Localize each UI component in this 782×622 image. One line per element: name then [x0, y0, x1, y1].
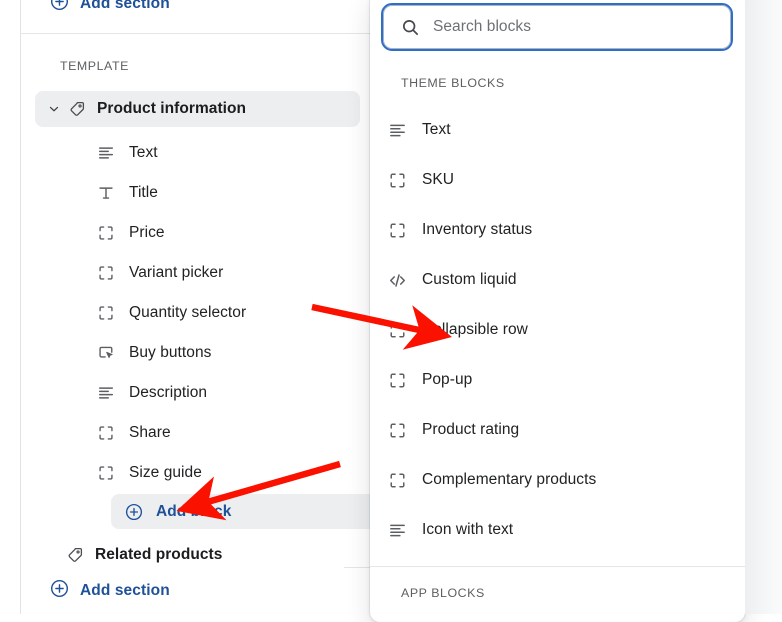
search-icon	[401, 18, 420, 37]
block-placeholder-icon	[97, 424, 115, 442]
tree-block-label: Quantity selector	[129, 304, 247, 321]
add-block-button[interactable]: Add block	[111, 494, 381, 529]
search-blocks-placeholder: Search blocks	[433, 18, 532, 35]
block-placeholder-icon	[97, 264, 115, 282]
block-option-sku[interactable]: SKU	[388, 163, 728, 197]
block-placeholder-icon	[388, 421, 407, 440]
sidebar-top-divider	[21, 33, 370, 34]
tree-block-text[interactable]: Text	[97, 135, 360, 171]
block-option-label: Icon with text	[422, 521, 514, 538]
tree-block-share[interactable]: Share	[97, 415, 360, 451]
page-backdrop	[745, 0, 782, 614]
text-align-left-icon	[388, 521, 407, 540]
block-option-label: SKU	[422, 171, 455, 188]
tree-section-product-information[interactable]: Product information	[35, 91, 360, 127]
tag-icon	[66, 546, 84, 564]
block-placeholder-icon	[97, 304, 115, 322]
block-placeholder-icon	[388, 171, 407, 190]
left-rail	[0, 0, 21, 614]
block-group-label: THEME BLOCKS	[401, 76, 505, 90]
add-section-label-bottom: Add section	[80, 582, 170, 599]
block-placeholder-icon	[388, 371, 407, 390]
block-placeholder-icon	[388, 321, 407, 340]
tree-block-title[interactable]: Title	[97, 175, 360, 211]
block-option-label: Collapsible row	[422, 321, 528, 338]
cursor-button-icon	[97, 344, 115, 362]
block-option-text[interactable]: Text	[388, 113, 728, 147]
block-placeholder-icon	[388, 471, 407, 490]
block-option-product-rating[interactable]: Product rating	[388, 413, 728, 447]
tree-block-label: Share	[129, 424, 171, 441]
add-section-button-top[interactable]: Add section	[50, 0, 170, 17]
tree-block-size-guide[interactable]: Size guide	[97, 455, 360, 491]
tree-section-related-products[interactable]: Related products	[35, 537, 360, 573]
block-option-label: Complementary products	[422, 471, 597, 488]
block-group-label: APP BLOCKS	[401, 586, 485, 600]
tree-block-description[interactable]: Description	[97, 375, 360, 411]
tree-block-label: Price	[129, 224, 165, 241]
tree-block-buy-buttons[interactable]: Buy buttons	[97, 335, 360, 371]
template-sidebar: Add section TEMPLATE Product information…	[21, 0, 381, 614]
text-align-left-icon	[97, 384, 115, 402]
add-section-label-top: Add section	[80, 0, 170, 12]
title-type-icon	[97, 184, 115, 202]
add-section-button-bottom[interactable]: Add section	[50, 578, 170, 604]
tree-section-label: Related products	[95, 546, 223, 563]
block-placeholder-icon	[97, 464, 115, 482]
screen-root: Add section TEMPLATE Product information…	[0, 0, 782, 622]
tree-block-label: Size guide	[129, 464, 202, 481]
plus-circle-icon	[50, 579, 69, 603]
block-option-collapsible-row[interactable]: Collapsible row	[388, 313, 728, 347]
block-option-pop-up[interactable]: Pop-up	[388, 363, 728, 397]
tree-block-label: Title	[129, 184, 158, 201]
tree-block-label: Text	[129, 144, 158, 161]
template-group-label: TEMPLATE	[60, 59, 129, 73]
block-option-custom-liquid[interactable]: Custom liquid	[388, 263, 728, 297]
tree-block-quantity-selector[interactable]: Quantity selector	[97, 295, 360, 331]
block-option-label: Text	[422, 121, 451, 138]
text-align-left-icon	[97, 144, 115, 162]
block-option-label: Inventory status	[422, 221, 533, 238]
text-align-left-icon	[388, 121, 407, 140]
tree-block-price[interactable]: Price	[97, 215, 360, 251]
panel-group-divider	[370, 566, 745, 567]
block-option-label: Custom liquid	[422, 271, 517, 288]
add-block-popover: Search blocks THEME BLOCKS Text SKU Inve…	[370, 0, 745, 622]
tree-section-label: Product information	[97, 100, 247, 117]
code-icon	[388, 271, 407, 290]
plus-circle-icon	[50, 0, 69, 16]
block-option-inventory-status[interactable]: Inventory status	[388, 213, 728, 247]
tree-block-label: Description	[129, 384, 208, 401]
block-option-complementary-products[interactable]: Complementary products	[388, 463, 728, 497]
tree-block-label: Buy buttons	[129, 344, 212, 361]
block-placeholder-icon	[97, 224, 115, 242]
block-option-label: Product rating	[422, 421, 520, 438]
block-placeholder-icon	[388, 221, 407, 240]
tree-block-variant-picker[interactable]: Variant picker	[97, 255, 360, 291]
add-block-label: Add block	[156, 502, 232, 520]
search-blocks-field[interactable]: Search blocks	[381, 3, 733, 51]
tree-block-label: Variant picker	[129, 264, 224, 281]
chevron-down-icon[interactable]	[47, 102, 61, 116]
tag-icon	[68, 100, 86, 118]
block-option-label: Pop-up	[422, 371, 473, 388]
block-option-icon-with-text[interactable]: Icon with text	[388, 513, 728, 547]
plus-circle-icon	[125, 503, 143, 521]
